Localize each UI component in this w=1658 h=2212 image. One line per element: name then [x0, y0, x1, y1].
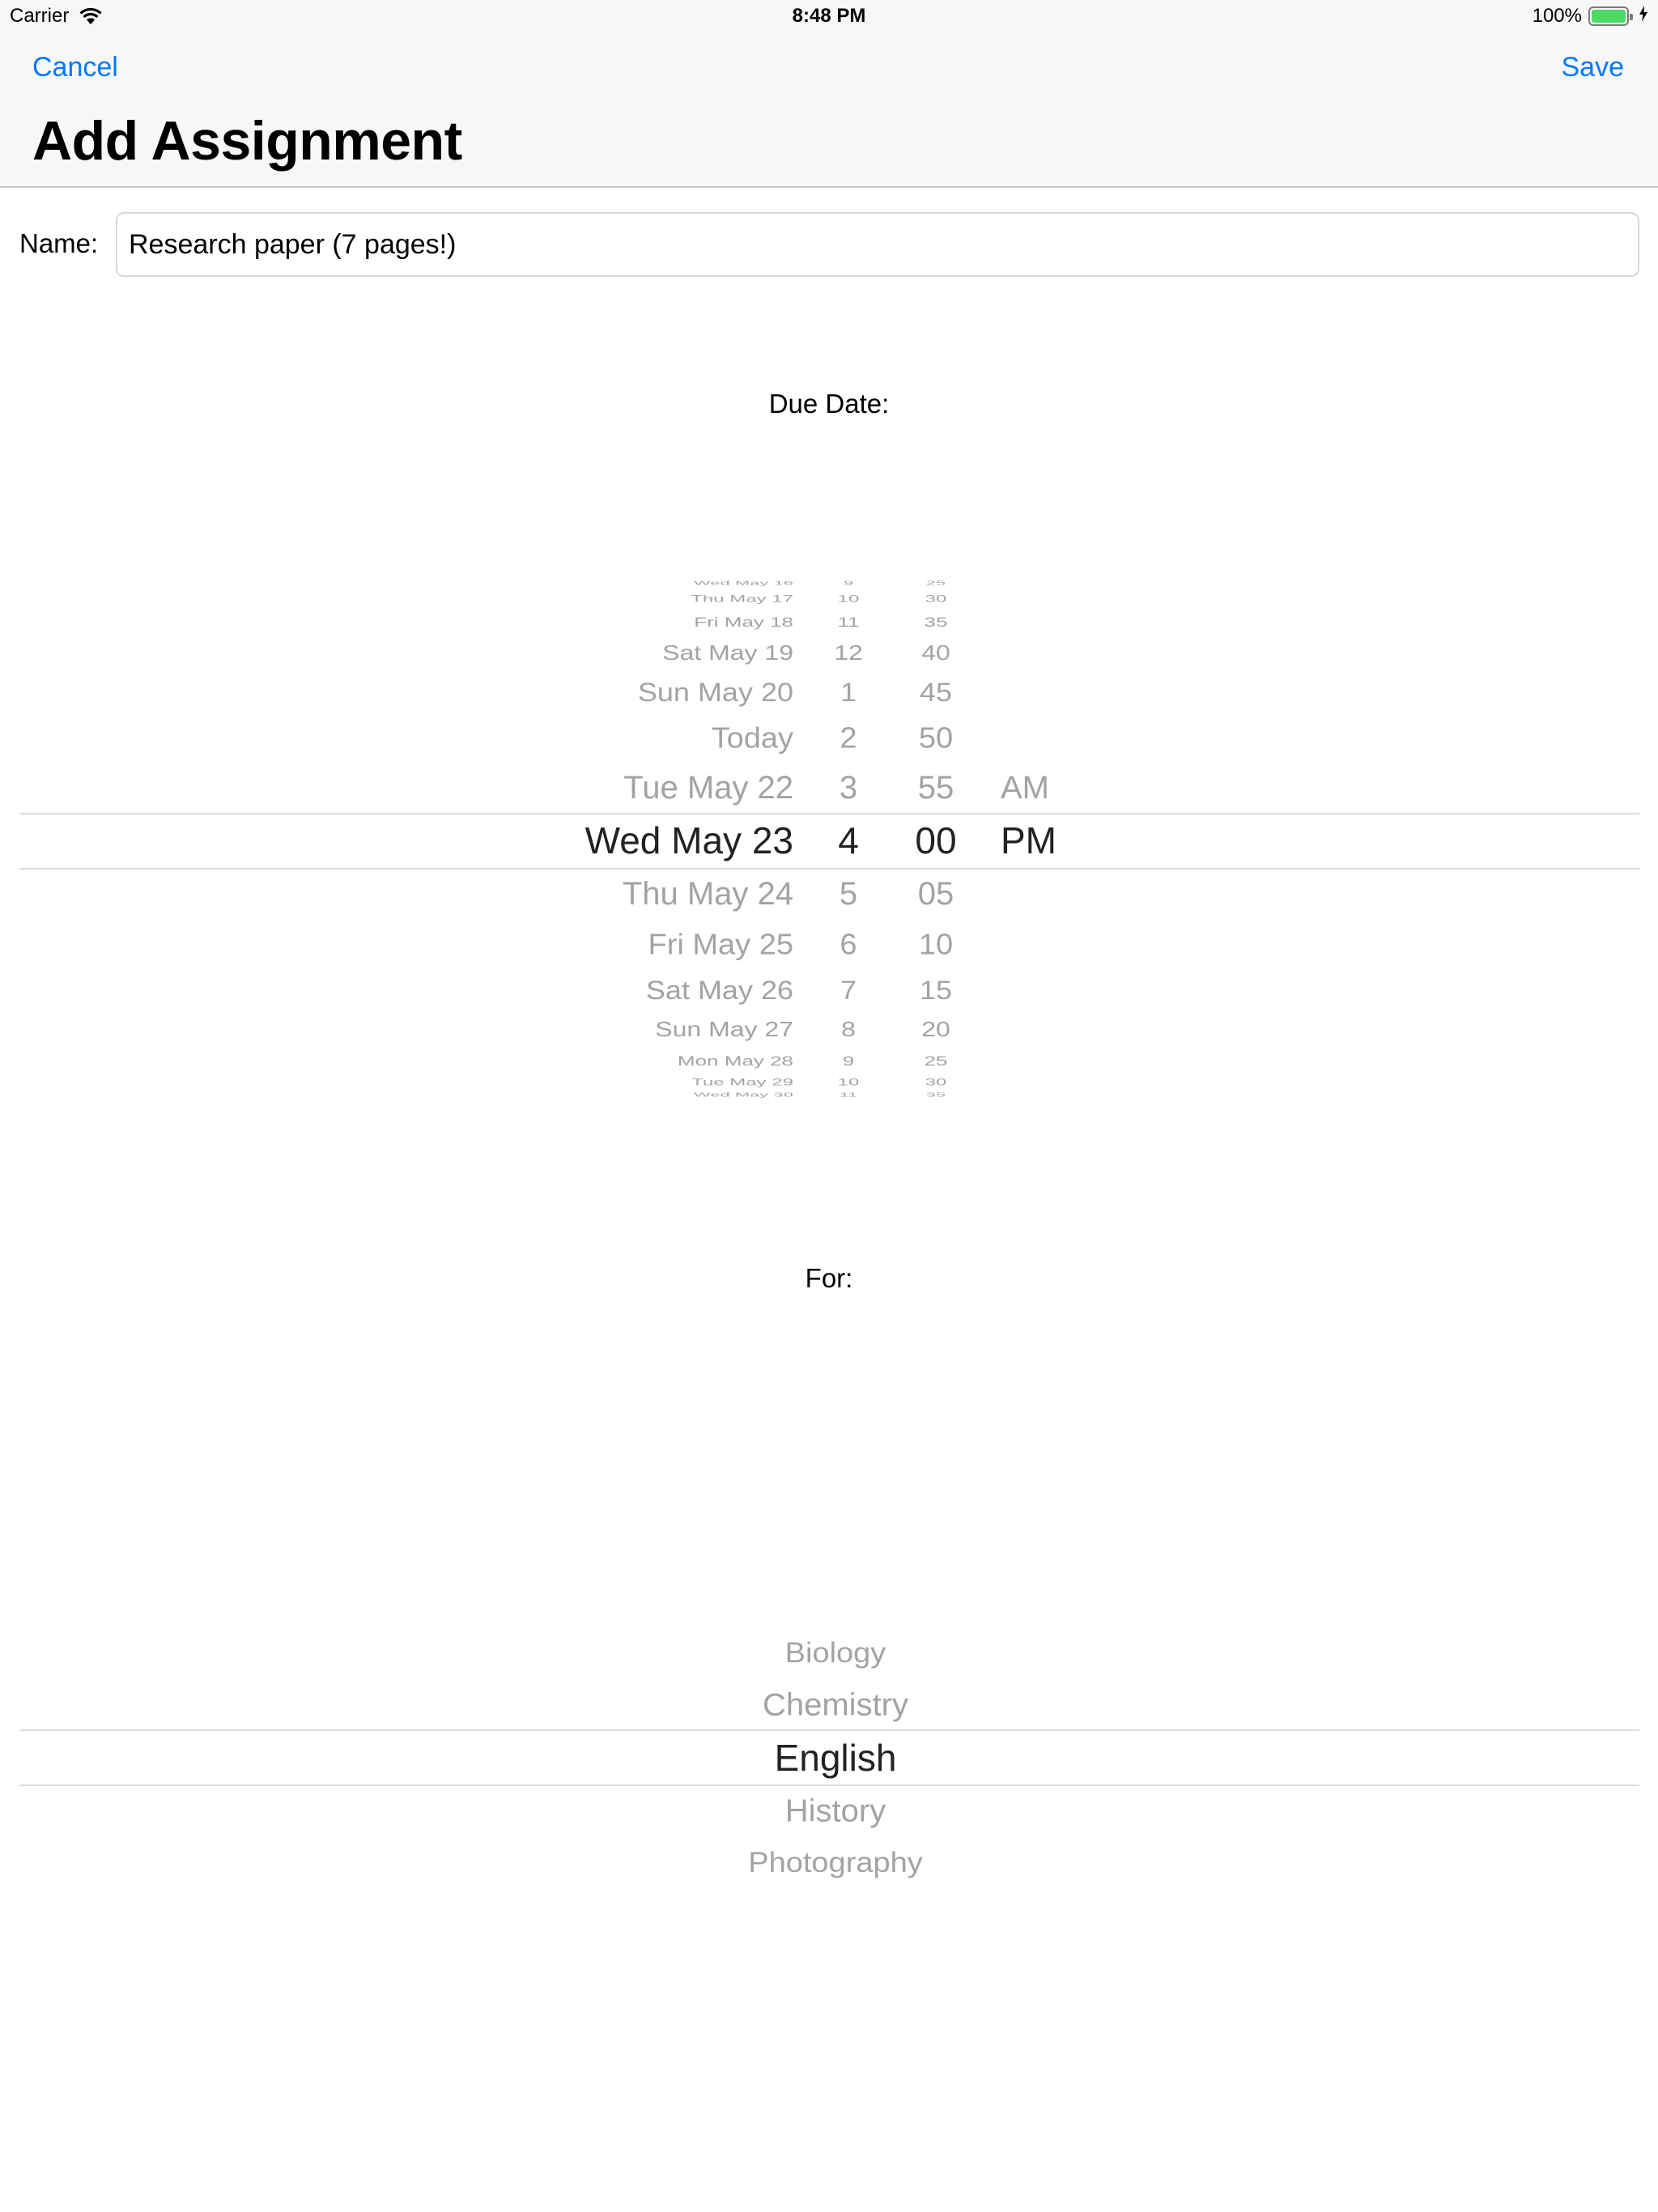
battery-icon [1588, 6, 1633, 26]
picker-day-option[interactable]: Sun May 27 [486, 1019, 793, 1040]
picker-minute-selected[interactable]: 00 [894, 822, 978, 859]
name-label: Name: [19, 228, 99, 258]
picker-minute-option[interactable]: 20 [894, 1019, 978, 1040]
picker-day-option[interactable]: Fri May 25 [486, 930, 793, 959]
save-button[interactable]: Save [1562, 52, 1625, 83]
picker-day-option[interactable]: Mon May 28 [486, 1054, 793, 1068]
picker-hour-option[interactable]: 5 [810, 878, 887, 910]
picker-minute-option[interactable]: 10 [894, 930, 978, 959]
picker-hour-option[interactable]: 1 [810, 678, 887, 705]
subject-selection-line-bottom [19, 1784, 1639, 1786]
for-label: For: [805, 1263, 853, 1293]
picker-minute-option[interactable]: 15 [894, 976, 978, 1003]
due-date-label: Due Date: [768, 389, 890, 419]
picker-minute-option[interactable]: 30 [894, 594, 978, 604]
picker-day-option[interactable]: Tue May 22 [486, 772, 793, 804]
picker-minute-option[interactable]: 45 [894, 678, 978, 705]
picker-minute-option[interactable]: 35 [894, 1091, 978, 1098]
picker-minute-option[interactable]: 50 [894, 724, 978, 753]
status-bar: Carrier 8:48 PM 100% [0, 0, 1658, 32]
picker-minute-option[interactable]: 55 [894, 772, 978, 804]
subject-option[interactable]: Photography [505, 1849, 1166, 1878]
picker-day-option[interactable]: Sat May 19 [486, 642, 793, 663]
picker-hour-option[interactable]: 9 [810, 1054, 887, 1068]
picker-day-selected[interactable]: Wed May 23 [486, 822, 793, 859]
subject-selection-line-top [19, 1729, 1639, 1731]
bolt-icon [1639, 6, 1648, 27]
picker-hour-option[interactable]: 2 [810, 724, 887, 753]
subject-option[interactable]: Chemistry [505, 1689, 1166, 1721]
picker-day-option[interactable]: Fri May 18 [486, 615, 793, 629]
picker-day-option[interactable]: Wed May 30 [486, 1091, 793, 1098]
picker-hour-option[interactable]: 6 [810, 930, 887, 959]
battery-percent: 100% [1532, 5, 1582, 27]
picker-hour-option[interactable]: 12 [810, 642, 887, 663]
picker-ampm-option[interactable]: AM [1001, 772, 1082, 804]
picker-minute-option[interactable]: 30 [894, 1078, 978, 1087]
picker-minute-option[interactable]: 05 [894, 878, 978, 910]
navigation-bar: Cancel Save Add Assignment [0, 32, 1658, 188]
subject-option-selected[interactable]: English [505, 1739, 1166, 1776]
picker-day-option[interactable]: Wed May 16 [486, 580, 793, 586]
cancel-button[interactable]: Cancel [32, 52, 118, 83]
page-title: Add Assignment [32, 110, 462, 172]
picker-minute-option[interactable]: 25 [894, 1054, 978, 1068]
picker-selection-line-top [19, 813, 1639, 815]
picker-day-option[interactable]: Sun May 20 [486, 678, 793, 705]
picker-minute-option[interactable]: 25 [894, 580, 978, 586]
picker-hour-selected[interactable]: 4 [810, 822, 887, 859]
picker-hour-option[interactable]: 7 [810, 976, 887, 1003]
picker-hour-option[interactable]: 8 [810, 1019, 887, 1040]
picker-day-option[interactable]: Thu May 24 [486, 878, 793, 910]
picker-selection-line-bottom [19, 868, 1639, 870]
picker-day-option[interactable]: Thu May 17 [486, 594, 793, 604]
picker-hour-option[interactable]: 10 [810, 594, 887, 604]
picker-day-option[interactable]: Today [486, 724, 793, 753]
name-input[interactable] [116, 212, 1639, 277]
picker-minute-option[interactable]: 35 [894, 615, 978, 629]
picker-hour-option[interactable]: 11 [810, 615, 887, 629]
picker-day-option[interactable]: Sat May 26 [486, 976, 793, 1003]
picker-hour-option[interactable]: 10 [810, 1078, 887, 1087]
picker-minute-option[interactable]: 40 [894, 642, 978, 663]
picker-hour-option[interactable]: 3 [810, 772, 887, 804]
picker-hour-option[interactable]: 9 [810, 580, 887, 586]
picker-day-option[interactable]: Tue May 29 [486, 1078, 793, 1087]
subject-option[interactable]: History [505, 1795, 1166, 1827]
battery-indicator: 100% [1533, 5, 1648, 28]
subject-option[interactable]: Biology [505, 1640, 1166, 1668]
picker-hour-option[interactable]: 11 [810, 1091, 887, 1098]
status-time: 8:48 PM [792, 5, 866, 27]
picker-ampm-selected[interactable]: PM [1001, 822, 1082, 859]
